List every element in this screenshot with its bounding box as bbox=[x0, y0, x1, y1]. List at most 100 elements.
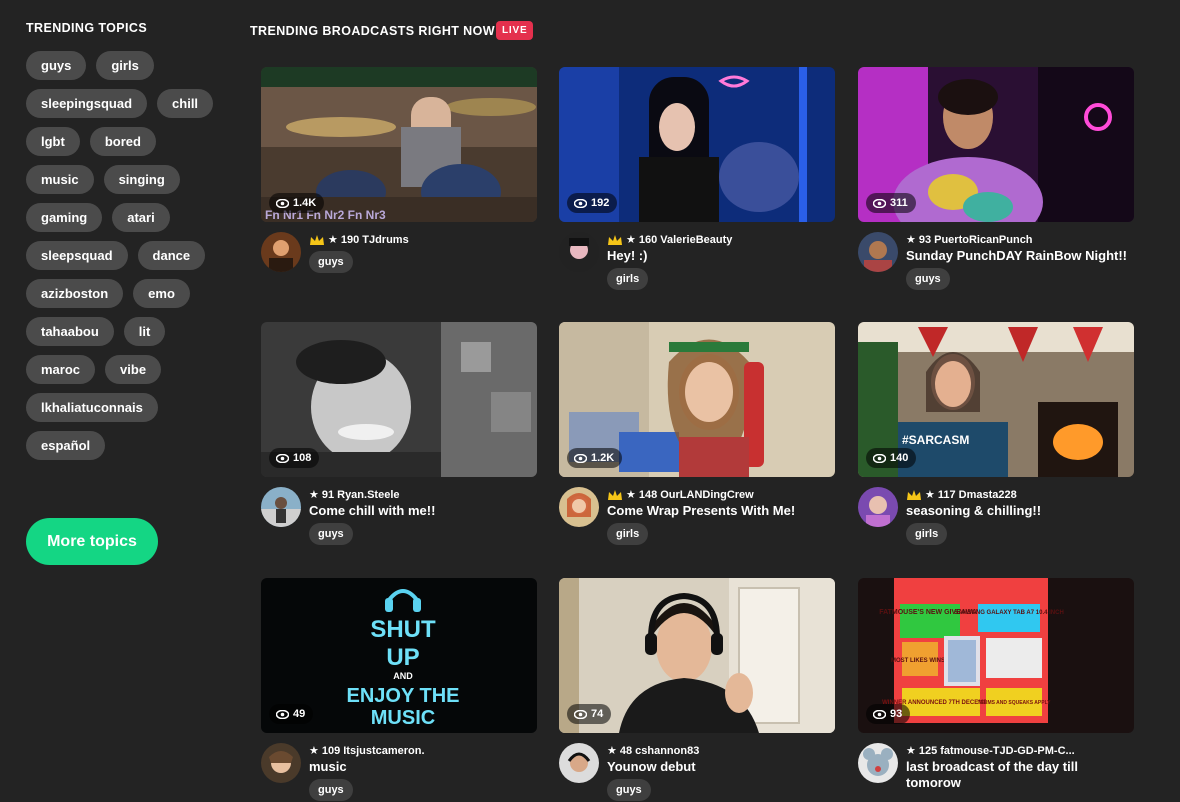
eye-icon bbox=[873, 453, 886, 463]
broadcaster-meta: ★ 117 Dmasta228 bbox=[906, 487, 1134, 502]
viewer-count: 311 bbox=[866, 193, 916, 213]
topic-pill[interactable]: sleepsquad bbox=[26, 241, 128, 270]
crown-icon bbox=[906, 488, 922, 502]
topic-pill[interactable]: singing bbox=[103, 165, 180, 194]
broadcaster-meta: ★ 93 PuertoRicanPunch bbox=[906, 232, 1134, 247]
username[interactable]: PuertoRicanPunch bbox=[934, 234, 1032, 246]
broadcast-card: #SARCASM 140 ★ 117 Dmasta228 seasoning &… bbox=[858, 322, 1134, 545]
topic-pill[interactable]: atari bbox=[112, 203, 170, 232]
username[interactable]: fatmouse-TJD-GD-PM-C... bbox=[940, 745, 1074, 757]
topic-pill[interactable]: vibe bbox=[105, 355, 162, 384]
star-icon: ★ bbox=[925, 489, 935, 501]
thumbnail-giveaway-terms: TERMS AND SQUEAKS APPLY bbox=[977, 700, 1051, 706]
crown-icon bbox=[309, 233, 325, 247]
eye-icon bbox=[276, 709, 289, 719]
avatar[interactable] bbox=[858, 487, 898, 527]
broadcast-title[interactable]: Sunday PunchDAY RainBow Night!! bbox=[906, 248, 1134, 264]
username[interactable]: Dmasta228 bbox=[959, 489, 1017, 501]
viewer-count: 49 bbox=[269, 704, 314, 724]
tag-pill[interactable]: guys bbox=[906, 268, 950, 290]
stream-thumbnail[interactable]: 192 bbox=[559, 67, 835, 222]
tag-pill[interactable]: girls bbox=[906, 523, 948, 545]
avatar[interactable] bbox=[559, 743, 599, 783]
stream-thumbnail[interactable]: Fn Nr1 Fn Nr2 Fn Nr3 1.4K bbox=[261, 67, 537, 222]
viewer-count: 1.2K bbox=[567, 448, 623, 468]
tag-pill[interactable]: girls bbox=[607, 523, 649, 545]
username[interactable]: OurLANDingCrew bbox=[660, 489, 754, 501]
score: 117 bbox=[937, 488, 956, 501]
topic-pill[interactable]: music bbox=[26, 165, 94, 194]
topic-pill[interactable]: lkhaliatuconnais bbox=[26, 393, 158, 422]
username[interactable]: Itsjustcameron. bbox=[343, 745, 424, 757]
topic-pill[interactable]: dance bbox=[137, 241, 206, 270]
sidebar-title: TRENDING TOPICS bbox=[26, 21, 148, 35]
tag-pill[interactable]: guys bbox=[309, 251, 353, 273]
topic-pill[interactable]: español bbox=[26, 431, 106, 460]
star-icon: ★ bbox=[626, 234, 636, 246]
stream-thumbnail[interactable]: 1.2K bbox=[559, 322, 835, 477]
viewer-count-text: 311 bbox=[890, 197, 908, 209]
star-icon: ★ bbox=[906, 745, 916, 757]
topic-pill[interactable]: bored bbox=[89, 127, 156, 156]
score: 93 bbox=[918, 233, 932, 246]
topic-pill[interactable]: chill bbox=[157, 89, 214, 118]
avatar[interactable] bbox=[559, 487, 599, 527]
avatar[interactable] bbox=[858, 232, 898, 272]
username[interactable]: TJdrums bbox=[362, 234, 408, 246]
star-icon: ★ bbox=[626, 489, 636, 501]
stream-thumbnail[interactable]: 108 bbox=[261, 322, 537, 477]
avatar[interactable] bbox=[261, 487, 301, 527]
star-icon: ★ bbox=[906, 234, 916, 246]
broadcast-title[interactable]: Younow debut bbox=[607, 759, 835, 775]
stream-thumbnail[interactable]: 74 bbox=[559, 578, 835, 733]
thumbnail-text-music: MUSIC bbox=[371, 707, 435, 729]
username[interactable]: ValerieBeauty bbox=[660, 234, 732, 246]
eye-icon bbox=[574, 198, 587, 208]
more-topics-button[interactable]: More topics bbox=[26, 518, 158, 565]
broadcaster-meta: ★ 125 fatmouse-TJD-GD-PM-C... bbox=[906, 743, 1134, 758]
stream-thumbnail[interactable]: #SARCASM 140 bbox=[858, 322, 1134, 477]
topic-pill[interactable]: guys bbox=[26, 51, 87, 80]
broadcast-title[interactable]: Hey! :) bbox=[607, 248, 835, 264]
topic-pill[interactable]: girls bbox=[96, 51, 154, 80]
viewer-count: 192 bbox=[567, 193, 618, 213]
stream-thumbnail[interactable]: 311 bbox=[858, 67, 1134, 222]
topic-pill[interactable]: gaming bbox=[26, 203, 103, 232]
topic-pill[interactable]: lit bbox=[123, 317, 166, 346]
tag-pill[interactable]: guys bbox=[309, 523, 353, 545]
viewer-count: 140 bbox=[866, 448, 917, 468]
topic-pill[interactable]: azizboston bbox=[26, 279, 124, 308]
thumbnail-shirt-text: #SARCASM bbox=[902, 433, 969, 447]
avatar[interactable] bbox=[858, 743, 898, 783]
stream-thumbnail[interactable]: FATMOUSE'S NEW GIVEAWAY SAMSUNG GALAXY T… bbox=[858, 578, 1134, 733]
thumbnail-text-up: UP bbox=[386, 644, 419, 671]
tag-pill[interactable]: guys bbox=[607, 779, 651, 801]
thumbnail-text-shut: SHUT bbox=[370, 616, 436, 643]
broadcaster-meta: ★ 148 OurLANDingCrew bbox=[607, 487, 835, 502]
broadcast-title[interactable]: Come Wrap Presents With Me! bbox=[607, 503, 835, 519]
score: 91 bbox=[321, 488, 335, 501]
avatar[interactable] bbox=[261, 232, 301, 272]
broadcast-title[interactable]: seasoning & chilling!! bbox=[906, 503, 1134, 519]
broadcast-title[interactable]: Come chill with me!! bbox=[309, 503, 537, 519]
topic-pill[interactable]: tahaabou bbox=[26, 317, 114, 346]
broadcast-title[interactable]: last broadcast of the day till tomorow bbox=[906, 759, 1134, 791]
broadcast-title[interactable]: music bbox=[309, 759, 537, 775]
username[interactable]: Ryan.Steele bbox=[337, 489, 399, 501]
topic-pill[interactable]: lgbt bbox=[26, 127, 80, 156]
topic-pill[interactable]: sleepingsquad bbox=[26, 89, 148, 118]
topic-pill[interactable]: maroc bbox=[26, 355, 96, 384]
broadcast-card: 108 ★ 91 Ryan.Steele Come chill with me!… bbox=[261, 322, 537, 545]
tag-pill[interactable]: guys bbox=[309, 779, 353, 801]
viewer-count: 108 bbox=[269, 448, 320, 468]
avatar[interactable] bbox=[261, 743, 301, 783]
crown-icon bbox=[607, 488, 623, 502]
stream-thumbnail[interactable]: SHUT UP AND ENJOY THE MUSIC 49 bbox=[261, 578, 537, 733]
avatar[interactable] bbox=[559, 232, 599, 272]
username[interactable]: cshannon83 bbox=[635, 745, 699, 757]
broadcaster-meta: ★ 91 Ryan.Steele bbox=[309, 487, 537, 502]
score: 109 bbox=[321, 744, 341, 757]
topic-pill[interactable]: emo bbox=[133, 279, 190, 308]
broadcast-card: 74 ★ 48 cshannon83 Younow debut guys bbox=[559, 578, 835, 801]
tag-pill[interactable]: girls bbox=[607, 268, 649, 290]
